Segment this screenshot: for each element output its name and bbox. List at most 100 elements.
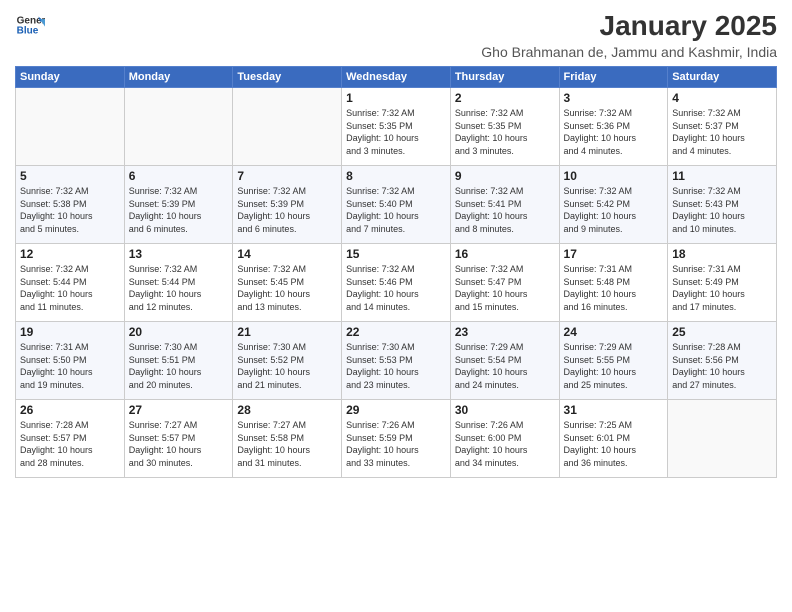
day-info: Sunrise: 7:32 AM Sunset: 5:43 PM Dayligh… [672, 185, 772, 235]
table-row [124, 88, 233, 166]
day-number: 17 [564, 247, 664, 261]
day-info: Sunrise: 7:31 AM Sunset: 5:48 PM Dayligh… [564, 263, 664, 313]
day-info: Sunrise: 7:29 AM Sunset: 5:54 PM Dayligh… [455, 341, 555, 391]
day-number: 24 [564, 325, 664, 339]
day-number: 27 [129, 403, 229, 417]
table-row: 30 Sunrise: 7:26 AM Sunset: 6:00 PM Dayli… [450, 400, 559, 478]
day-number: 14 [237, 247, 337, 261]
page: General Blue January 2025 Gho Brahmanan … [0, 0, 792, 612]
day-info: Sunrise: 7:32 AM Sunset: 5:36 PM Dayligh… [564, 107, 664, 157]
day-number: 3 [564, 91, 664, 105]
day-number: 4 [672, 91, 772, 105]
day-number: 1 [346, 91, 446, 105]
svg-text:Blue: Blue [17, 25, 39, 36]
table-row: 11 Sunrise: 7:32 AM Sunset: 5:43 PM Dayli… [668, 166, 777, 244]
day-number: 23 [455, 325, 555, 339]
header-tuesday: Tuesday [233, 67, 342, 88]
table-row: 28 Sunrise: 7:27 AM Sunset: 5:58 PM Dayli… [233, 400, 342, 478]
day-number: 10 [564, 169, 664, 183]
day-number: 15 [346, 247, 446, 261]
day-info: Sunrise: 7:32 AM Sunset: 5:38 PM Dayligh… [20, 185, 120, 235]
month-title: January 2025 [481, 10, 777, 42]
day-info: Sunrise: 7:31 AM Sunset: 5:50 PM Dayligh… [20, 341, 120, 391]
day-info: Sunrise: 7:32 AM Sunset: 5:40 PM Dayligh… [346, 185, 446, 235]
location-title: Gho Brahmanan de, Jammu and Kashmir, Ind… [481, 44, 777, 60]
day-number: 13 [129, 247, 229, 261]
weekday-header-row: Sunday Monday Tuesday Wednesday Thursday… [16, 67, 777, 88]
week-row-1: 5 Sunrise: 7:32 AM Sunset: 5:38 PM Daylig… [16, 166, 777, 244]
week-row-3: 19 Sunrise: 7:31 AM Sunset: 5:50 PM Dayli… [16, 322, 777, 400]
header-sunday: Sunday [16, 67, 125, 88]
header-friday: Friday [559, 67, 668, 88]
day-number: 28 [237, 403, 337, 417]
table-row: 31 Sunrise: 7:25 AM Sunset: 6:01 PM Dayli… [559, 400, 668, 478]
day-info: Sunrise: 7:32 AM Sunset: 5:39 PM Dayligh… [237, 185, 337, 235]
table-row: 6 Sunrise: 7:32 AM Sunset: 5:39 PM Daylig… [124, 166, 233, 244]
table-row [668, 400, 777, 478]
table-row: 4Sunrise: 7:32 AM Sunset: 5:37 PM Daylig… [668, 88, 777, 166]
day-info: Sunrise: 7:25 AM Sunset: 6:01 PM Dayligh… [564, 419, 664, 469]
day-number: 5 [20, 169, 120, 183]
day-info: Sunrise: 7:32 AM Sunset: 5:44 PM Dayligh… [129, 263, 229, 313]
table-row: 27 Sunrise: 7:27 AM Sunset: 5:57 PM Dayli… [124, 400, 233, 478]
table-row: 23 Sunrise: 7:29 AM Sunset: 5:54 PM Dayli… [450, 322, 559, 400]
day-info: Sunrise: 7:30 AM Sunset: 5:51 PM Dayligh… [129, 341, 229, 391]
table-row: 22 Sunrise: 7:30 AM Sunset: 5:53 PM Dayli… [342, 322, 451, 400]
day-info: Sunrise: 7:27 AM Sunset: 5:58 PM Dayligh… [237, 419, 337, 469]
title-block: January 2025 Gho Brahmanan de, Jammu and… [481, 10, 777, 60]
day-number: 2 [455, 91, 555, 105]
day-info: Sunrise: 7:29 AM Sunset: 5:55 PM Dayligh… [564, 341, 664, 391]
day-number: 11 [672, 169, 772, 183]
table-row: 26 Sunrise: 7:28 AM Sunset: 5:57 PM Dayli… [16, 400, 125, 478]
week-row-4: 26 Sunrise: 7:28 AM Sunset: 5:57 PM Dayli… [16, 400, 777, 478]
day-number: 6 [129, 169, 229, 183]
day-info: Sunrise: 7:32 AM Sunset: 5:47 PM Dayligh… [455, 263, 555, 313]
table-row: 21 Sunrise: 7:30 AM Sunset: 5:52 PM Dayli… [233, 322, 342, 400]
day-info: Sunrise: 7:32 AM Sunset: 5:41 PM Dayligh… [455, 185, 555, 235]
header-wednesday: Wednesday [342, 67, 451, 88]
day-info: Sunrise: 7:27 AM Sunset: 5:57 PM Dayligh… [129, 419, 229, 469]
day-info: Sunrise: 7:28 AM Sunset: 5:57 PM Dayligh… [20, 419, 120, 469]
day-number: 7 [237, 169, 337, 183]
header-monday: Monday [124, 67, 233, 88]
table-row: 13 Sunrise: 7:32 AM Sunset: 5:44 PM Dayli… [124, 244, 233, 322]
day-number: 25 [672, 325, 772, 339]
table-row: 25Sunrise: 7:28 AM Sunset: 5:56 PM Dayli… [668, 322, 777, 400]
week-row-2: 12Sunrise: 7:32 AM Sunset: 5:44 PM Dayli… [16, 244, 777, 322]
day-info: Sunrise: 7:32 AM Sunset: 5:35 PM Dayligh… [455, 107, 555, 157]
day-number: 21 [237, 325, 337, 339]
day-number: 20 [129, 325, 229, 339]
day-number: 22 [346, 325, 446, 339]
day-number: 31 [564, 403, 664, 417]
day-info: Sunrise: 7:26 AM Sunset: 6:00 PM Dayligh… [455, 419, 555, 469]
day-info: Sunrise: 7:26 AM Sunset: 5:59 PM Dayligh… [346, 419, 446, 469]
day-info: Sunrise: 7:32 AM Sunset: 5:45 PM Dayligh… [237, 263, 337, 313]
logo: General Blue [15, 10, 45, 40]
table-row: 18Sunrise: 7:31 AM Sunset: 5:49 PM Dayli… [668, 244, 777, 322]
table-row: 9 Sunrise: 7:32 AM Sunset: 5:41 PM Daylig… [450, 166, 559, 244]
header-saturday: Saturday [668, 67, 777, 88]
day-info: Sunrise: 7:32 AM Sunset: 5:46 PM Dayligh… [346, 263, 446, 313]
table-row: 8 Sunrise: 7:32 AM Sunset: 5:40 PM Daylig… [342, 166, 451, 244]
day-number: 18 [672, 247, 772, 261]
day-info: Sunrise: 7:30 AM Sunset: 5:52 PM Dayligh… [237, 341, 337, 391]
day-number: 30 [455, 403, 555, 417]
table-row: 3 Sunrise: 7:32 AM Sunset: 5:36 PM Daylig… [559, 88, 668, 166]
day-number: 8 [346, 169, 446, 183]
day-number: 9 [455, 169, 555, 183]
day-info: Sunrise: 7:30 AM Sunset: 5:53 PM Dayligh… [346, 341, 446, 391]
header: General Blue January 2025 Gho Brahmanan … [15, 10, 777, 60]
table-row: 7 Sunrise: 7:32 AM Sunset: 5:39 PM Daylig… [233, 166, 342, 244]
day-number: 26 [20, 403, 120, 417]
day-info: Sunrise: 7:32 AM Sunset: 5:44 PM Dayligh… [20, 263, 120, 313]
day-number: 16 [455, 247, 555, 261]
table-row: 10Sunrise: 7:32 AM Sunset: 5:42 PM Dayli… [559, 166, 668, 244]
table-row: 24 Sunrise: 7:29 AM Sunset: 5:55 PM Dayli… [559, 322, 668, 400]
table-row: 19 Sunrise: 7:31 AM Sunset: 5:50 PM Dayli… [16, 322, 125, 400]
table-row: 5 Sunrise: 7:32 AM Sunset: 5:38 PM Daylig… [16, 166, 125, 244]
table-row: 12Sunrise: 7:32 AM Sunset: 5:44 PM Dayli… [16, 244, 125, 322]
day-info: Sunrise: 7:32 AM Sunset: 5:35 PM Dayligh… [346, 107, 446, 157]
day-number: 19 [20, 325, 120, 339]
table-row: 15 Sunrise: 7:32 AM Sunset: 5:46 PM Dayli… [342, 244, 451, 322]
day-info: Sunrise: 7:32 AM Sunset: 5:39 PM Dayligh… [129, 185, 229, 235]
